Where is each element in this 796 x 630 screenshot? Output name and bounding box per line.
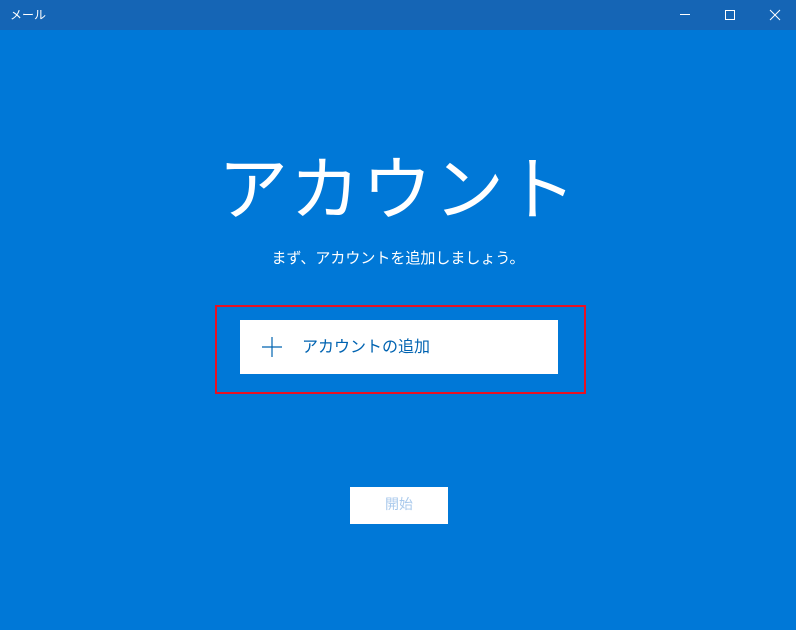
mail-app-window: メール アカウント まず、アカウントを追加しましょう。 アカウントの追加 開始 [0,0,796,630]
page-title: アカウント [218,149,578,231]
add-account-label: アカウントの追加 [302,337,431,356]
close-icon [769,9,781,21]
add-account-button[interactable]: アカウントの追加 [240,320,558,374]
title-bar[interactable]: メール [0,0,796,30]
start-button[interactable]: 開始 [350,487,448,524]
maximize-button[interactable] [707,0,753,30]
minimize-icon [680,14,690,15]
maximize-icon [725,10,735,20]
page-subtitle: まず、アカウントを追加しましょう。 [271,249,525,267]
plus-icon [262,337,282,357]
minimize-button[interactable] [662,0,708,30]
app-title: メール [10,8,47,22]
close-button[interactable] [752,0,796,30]
